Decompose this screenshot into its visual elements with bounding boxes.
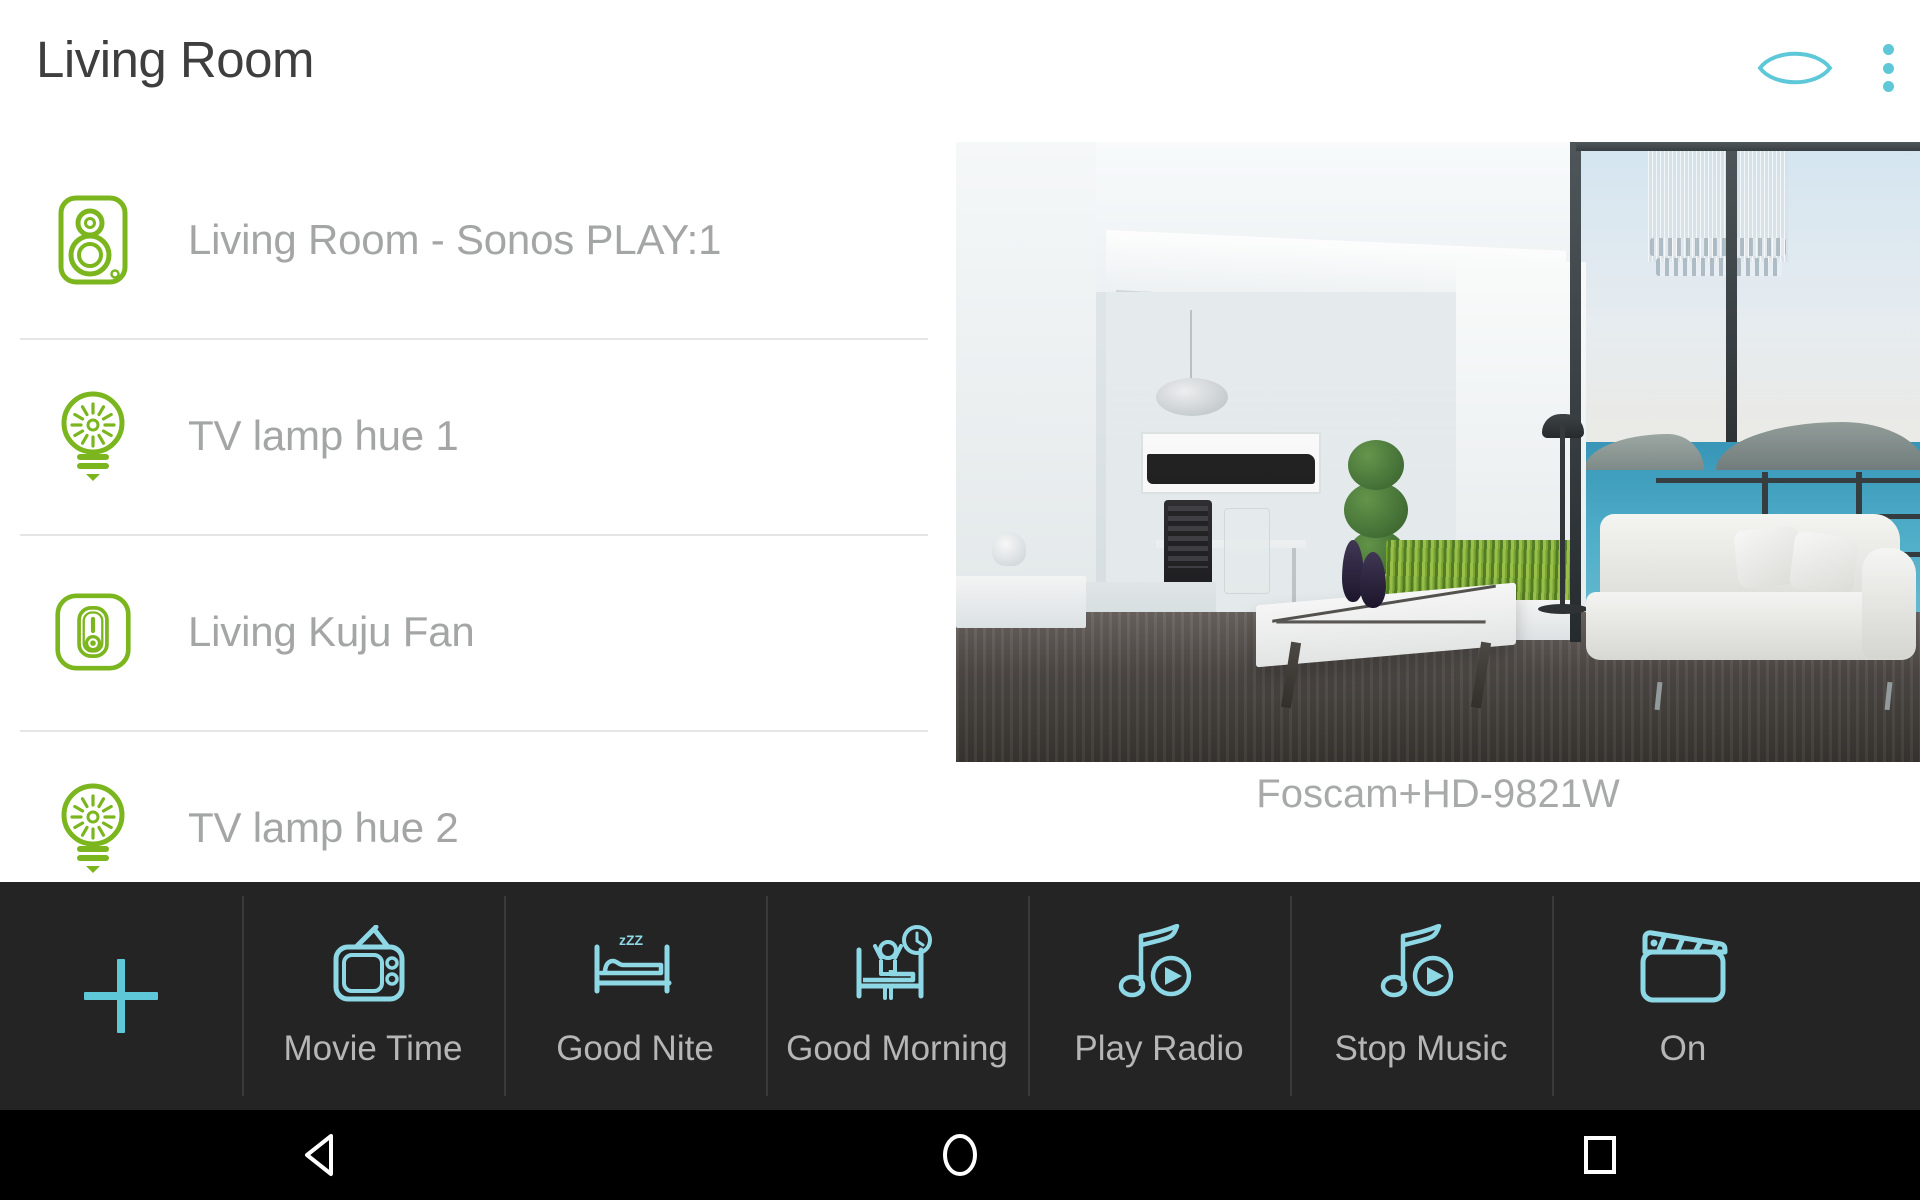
scene-button-play-radio[interactable]: Play Radio <box>1028 882 1290 1110</box>
back-icon[interactable] <box>260 1110 380 1200</box>
device-label: TV lamp hue 1 <box>188 412 459 459</box>
living-room-camera-feed[interactable] <box>956 142 1920 762</box>
clapperboard-icon <box>1637 923 1729 1009</box>
scene-label: Good Nite <box>556 1029 714 1068</box>
scene-button-good-nite[interactable]: zZZ Good Nite <box>504 882 766 1110</box>
device-row[interactable]: TV lamp hue 2 <box>0 730 956 882</box>
scene-label: Play Radio <box>1074 1029 1244 1068</box>
scene-button-movie-time[interactable]: Movie Time <box>242 882 504 1110</box>
android-navigation-bar <box>0 1110 1920 1200</box>
smart-home-room-screen: Living Room Living Room - Sonos PLAY:1 T… <box>0 0 1920 1200</box>
scene-label: Stop Music <box>1334 1029 1508 1068</box>
camera-label: Foscam+HD-9821W <box>1256 772 1620 816</box>
music-note-play-icon <box>1115 923 1203 1009</box>
camera-panel: Foscam+HD-9821W <box>956 142 1920 882</box>
device-row[interactable]: TV lamp hue 1 <box>0 338 956 534</box>
header-actions <box>1756 42 1894 94</box>
home-icon[interactable] <box>900 1110 1020 1200</box>
device-row[interactable]: Living Kuju Fan <box>0 534 956 730</box>
scene-button-good-morning[interactable]: Good Morning <box>766 882 1028 1110</box>
scene-toolbar[interactable]: Movie Time zZZ Good Nite Good Morning Pl… <box>0 882 1920 1110</box>
scene-button-stop-music[interactable]: Stop Music <box>1290 882 1552 1110</box>
device-list[interactable]: Living Room - Sonos PLAY:1 TV lamp hue 1… <box>0 142 956 882</box>
lightbulb-icon <box>54 782 132 874</box>
scene-button-on[interactable]: On <box>1552 882 1814 1110</box>
switch-icon <box>54 586 132 678</box>
plus-icon <box>84 953 158 1039</box>
device-label: Living Kuju Fan <box>188 608 475 655</box>
music-note-play-icon <box>1377 923 1465 1009</box>
device-label: TV lamp hue 2 <box>188 804 459 851</box>
eye-icon[interactable] <box>1756 44 1834 92</box>
add-scene-button[interactable] <box>0 882 242 1110</box>
recents-icon[interactable] <box>1540 1110 1660 1200</box>
device-label: Living Room - Sonos PLAY:1 <box>188 216 722 263</box>
scene-label: On <box>1659 1029 1707 1068</box>
scene-label: Good Morning <box>786 1029 1008 1068</box>
svg-text:zZZ: zZZ <box>619 932 644 948</box>
page-title: Living Room <box>36 31 314 88</box>
wake-up-clock-icon <box>851 923 943 1009</box>
television-icon <box>330 923 416 1009</box>
device-row[interactable]: Living Room - Sonos PLAY:1 <box>0 142 956 338</box>
bed-sleep-icon: zZZ <box>589 923 681 1009</box>
app-header: Living Room <box>0 0 1920 142</box>
camera-scene <box>956 142 1920 762</box>
overflow-menu-icon[interactable] <box>1882 42 1894 94</box>
lightbulb-icon <box>54 390 132 482</box>
scene-label: Movie Time <box>283 1029 463 1068</box>
speaker-icon <box>54 194 132 286</box>
